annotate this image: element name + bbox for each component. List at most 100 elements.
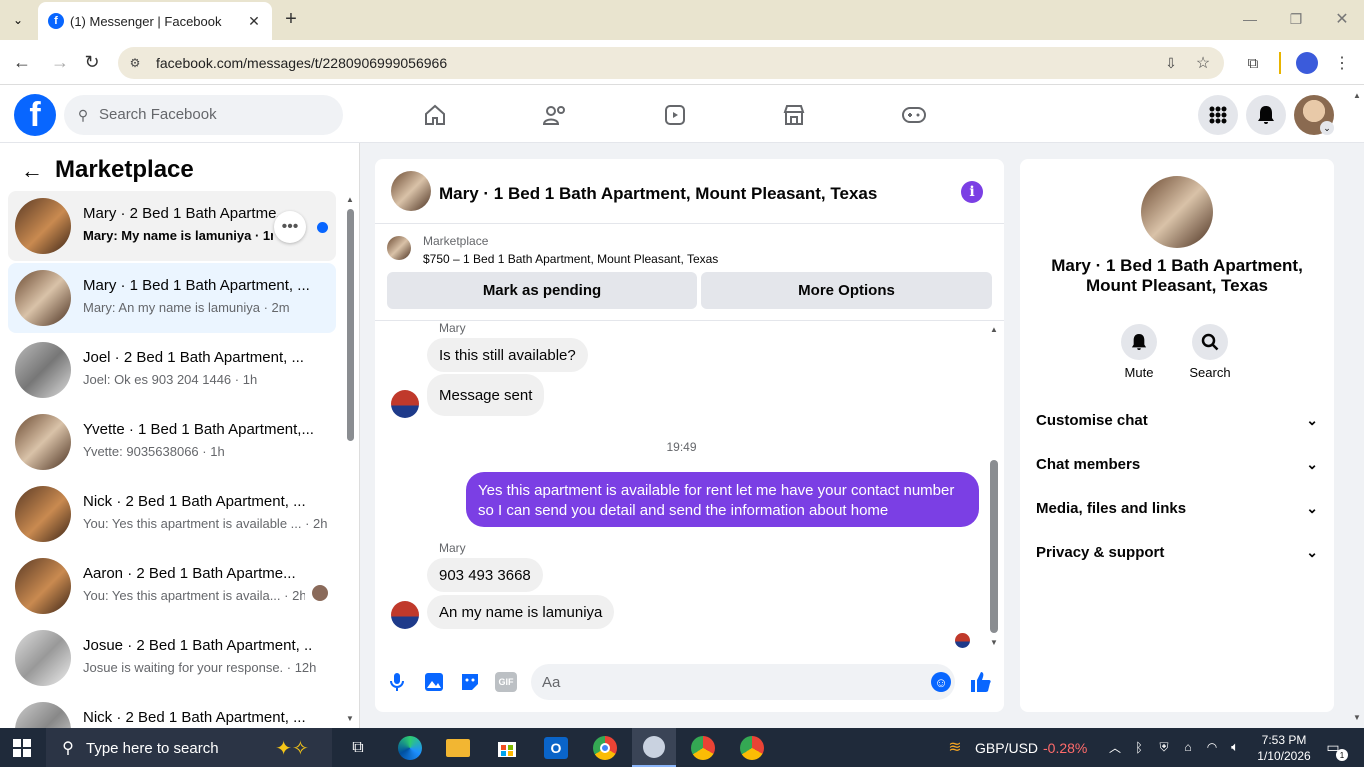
task-view-icon[interactable]: ⧉: [336, 728, 380, 767]
chrome-profile-icon[interactable]: [730, 728, 774, 767]
friends-icon[interactable]: [540, 100, 570, 130]
conversation-title: Nick · 2 Bed 1 Bath Apartment, ...: [83, 493, 306, 510]
reload-icon[interactable]: ↻: [80, 50, 104, 74]
ticker-symbol[interactable]: GBP/USD: [975, 740, 1038, 756]
notification-count-badge: 1: [1336, 749, 1348, 761]
tab-search-chevron-icon[interactable]: ⌄: [6, 10, 30, 30]
like-thumb-icon[interactable]: [969, 669, 993, 695]
message-input[interactable]: Aa ☺: [531, 664, 955, 700]
mark-pending-button[interactable]: Mark as pending: [387, 272, 697, 309]
video-icon[interactable]: [660, 100, 690, 130]
site-settings-icon[interactable]: ⚙: [126, 54, 144, 72]
scroll-up-icon[interactable]: ▲: [345, 194, 355, 204]
windows-start-icon[interactable]: [0, 728, 44, 767]
menu-grid-icon[interactable]: [1198, 95, 1238, 135]
gif-icon[interactable]: GIF: [495, 672, 517, 692]
scrollbar-thumb[interactable]: [990, 460, 998, 633]
back-arrow-icon[interactable]: ←: [20, 158, 44, 183]
back-icon[interactable]: ←: [10, 50, 34, 74]
conversation-item[interactable]: Josue · 2 Bed 1 Bath Apartment, ... Josu…: [8, 623, 336, 693]
notifications-bell-icon[interactable]: [1246, 95, 1286, 135]
chat-members-section[interactable]: Chat members ⌄: [1036, 449, 1318, 479]
conversation-item[interactable]: Joel · 2 Bed 1 Bath Apartment, ... Joel:…: [8, 335, 336, 405]
incoming-message[interactable]: An my name is lamuniya: [427, 595, 615, 629]
clock[interactable]: 7:53 PM 1/10/2026: [1254, 732, 1314, 764]
sender-avatar[interactable]: [391, 601, 419, 629]
home-icon[interactable]: [420, 100, 450, 130]
chat-avatar[interactable]: [391, 171, 431, 211]
privacy-support-section[interactable]: Privacy & support ⌄: [1036, 537, 1318, 567]
photo-icon[interactable]: [423, 671, 445, 693]
search-conversation-icon[interactable]: [1192, 324, 1228, 360]
listing-detail[interactable]: $750 – 1 Bed 1 Bath Apartment, Mount Ple…: [423, 252, 718, 266]
url-bar[interactable]: ⚙ facebook.com/messages/t/22809069990569…: [118, 47, 1224, 79]
scroll-up-icon[interactable]: ▲: [1351, 90, 1363, 100]
chat-header-title[interactable]: Mary · 1 Bed 1 Bath Apartment, Mount Ple…: [439, 184, 877, 204]
chat-avatar-large[interactable]: [1141, 176, 1213, 248]
conversation-item[interactable]: Nick · 2 Bed 1 Bath Apartment, ... You: …: [8, 479, 336, 549]
outgoing-message[interactable]: Yes this apartment is available for rent…: [466, 472, 979, 527]
taskbar-search-box[interactable]: ⚲ Type here to search ✦✧: [46, 728, 332, 767]
conversation-item-active[interactable]: Mary · 1 Bed 1 Bath Apartment, ... Mary:…: [8, 263, 336, 333]
minimize-icon[interactable]: —: [1238, 8, 1262, 30]
conversation-item[interactable]: Mary · 2 Bed 1 Bath Apartme... Mary: My …: [8, 191, 336, 261]
scroll-down-icon[interactable]: ▼: [1351, 712, 1363, 722]
chrome-icon[interactable]: [583, 728, 627, 767]
sender-avatar[interactable]: [391, 390, 419, 418]
browser-tab[interactable]: f (1) Messenger | Facebook ✕: [38, 2, 272, 40]
tab-close-icon[interactable]: ✕: [244, 11, 264, 31]
conversation-item[interactable]: Nick · 2 Bed 1 Bath Apartment, ...: [8, 695, 336, 728]
scroll-down-icon[interactable]: ▼: [988, 637, 1000, 647]
incoming-message[interactable]: Is this still available?: [427, 338, 588, 372]
incoming-message[interactable]: 903 493 3668: [427, 558, 543, 592]
chevron-up-icon[interactable]: ︿: [1106, 738, 1124, 756]
facebook-logo-icon[interactable]: f: [14, 94, 56, 136]
install-app-icon[interactable]: ⇩: [1160, 52, 1182, 74]
marketplace-icon[interactable]: [779, 100, 809, 130]
mute-bell-icon[interactable]: [1121, 324, 1157, 360]
file-explorer-icon[interactable]: [436, 728, 480, 767]
microsoft-store-icon[interactable]: [485, 728, 529, 767]
conversation-scrollbar[interactable]: [346, 195, 355, 725]
edge-icon[interactable]: [388, 728, 432, 767]
chrome-profile-icon[interactable]: [681, 728, 725, 767]
network-icon[interactable]: ⌂: [1179, 738, 1197, 756]
outlook-icon[interactable]: O: [534, 728, 578, 767]
conversation-item[interactable]: Yvette · 1 Bed 1 Bath Apartment,... Yvet…: [8, 407, 336, 477]
page-scrollbar[interactable]: ▲ ▼: [1351, 90, 1363, 726]
customise-chat-section[interactable]: Customise chat ⌄: [1036, 405, 1318, 435]
extensions-icon[interactable]: ⧉: [1242, 52, 1264, 74]
microphone-icon[interactable]: [387, 671, 407, 693]
sticker-icon[interactable]: [459, 671, 481, 693]
gaming-icon[interactable]: [899, 100, 929, 130]
new-tab-icon[interactable]: +: [280, 8, 302, 30]
emoji-icon[interactable]: ☺: [931, 672, 951, 692]
search-highlight-icon: ✦✧: [275, 737, 309, 760]
window-close-icon[interactable]: ✕: [1330, 8, 1354, 30]
security-icon[interactable]: ⛨: [1155, 738, 1173, 756]
chat-scrollbar[interactable]: [989, 324, 999, 649]
forward-icon[interactable]: →: [48, 50, 72, 74]
browser-menu-icon[interactable]: ⋮: [1332, 52, 1352, 74]
mute-label[interactable]: Mute: [1109, 365, 1169, 380]
more-options-button[interactable]: More Options: [701, 272, 992, 309]
facebook-search-input[interactable]: ⚲ Search Facebook: [64, 95, 343, 135]
bluetooth-icon[interactable]: ᛒ: [1130, 738, 1148, 756]
active-app-icon[interactable]: [632, 728, 676, 767]
bookmark-star-icon[interactable]: ☆: [1192, 52, 1214, 74]
info-icon[interactable]: i: [961, 181, 983, 203]
conversation-item[interactable]: Aaron · 2 Bed 1 Bath Apartme... You: Yes…: [8, 551, 336, 621]
restore-icon[interactable]: ❐: [1284, 8, 1308, 30]
search-label[interactable]: Search: [1180, 365, 1240, 380]
profile-avatar-icon[interactable]: [1296, 52, 1318, 74]
incoming-message[interactable]: Message sent: [427, 374, 545, 416]
account-chevron-icon[interactable]: ⌄: [1320, 121, 1334, 135]
stock-ticker-icon[interactable]: ≋: [944, 736, 966, 758]
wifi-icon[interactable]: ◠: [1203, 738, 1221, 756]
more-options-icon[interactable]: •••: [274, 211, 306, 243]
scrollbar-thumb[interactable]: [347, 209, 354, 441]
volume-icon[interactable]: 🔈︎: [1226, 738, 1244, 756]
scroll-down-icon[interactable]: ▼: [345, 713, 355, 723]
media-files-links-section[interactable]: Media, files and links ⌄: [1036, 493, 1318, 523]
scroll-up-icon[interactable]: ▲: [988, 324, 1000, 334]
